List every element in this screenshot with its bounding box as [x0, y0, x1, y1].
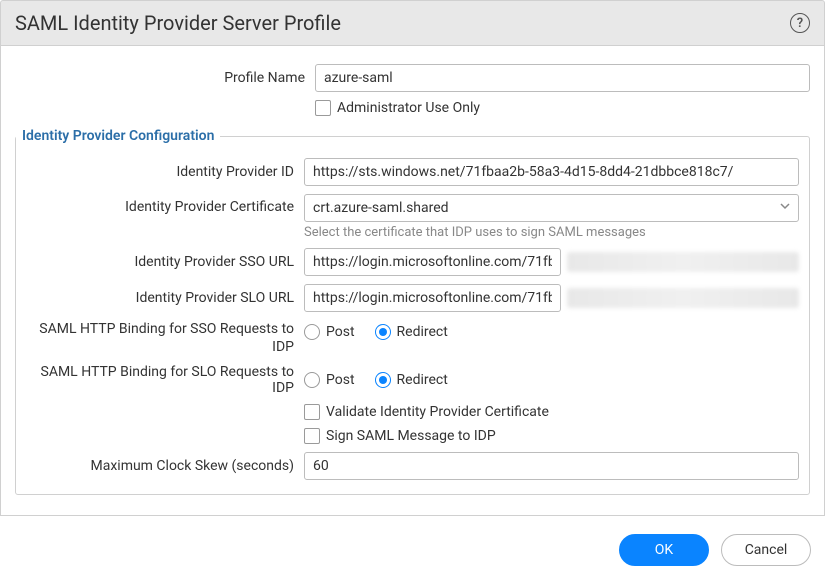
validate-cert-label: Validate Identity Provider Certificate	[326, 404, 549, 420]
dialog-footer: OK Cancel	[0, 516, 825, 576]
profile-name-label: Profile Name	[15, 70, 315, 86]
idp-config-fieldset: Identity Provider Configuration Identity…	[15, 128, 810, 495]
idp-id-label: Identity Provider ID	[16, 164, 304, 180]
sso-binding-label: SAML HTTP Binding for SSO Requests to ID…	[16, 320, 304, 356]
clock-skew-label: Maximum Clock Skew (seconds)	[16, 458, 304, 474]
cancel-button[interactable]: Cancel	[721, 534, 811, 566]
sso-binding-post-radio[interactable]: Post	[304, 324, 355, 340]
redacted-content	[567, 252, 799, 272]
ok-button[interactable]: OK	[619, 534, 709, 566]
radio-label-post: Post	[326, 372, 355, 388]
idp-sso-url-input[interactable]	[304, 248, 561, 276]
sso-binding-redirect-radio[interactable]: Redirect	[375, 324, 448, 340]
sign-saml-checkbox[interactable]	[304, 428, 320, 444]
admin-only-label: Administrator Use Only	[337, 100, 480, 116]
idp-slo-url-label: Identity Provider SLO URL	[16, 290, 304, 306]
idp-config-legend: Identity Provider Configuration	[16, 128, 220, 144]
dialog-titlebar: SAML Identity Provider Server Profile ?	[0, 0, 825, 46]
dialog-title: SAML Identity Provider Server Profile	[15, 11, 341, 35]
profile-name-input[interactable]	[315, 64, 810, 92]
radio-label-post: Post	[326, 324, 355, 340]
idp-id-input[interactable]	[304, 158, 799, 186]
help-icon[interactable]: ?	[790, 13, 810, 33]
slo-binding-post-radio[interactable]: Post	[304, 372, 355, 388]
idp-sso-url-label: Identity Provider SSO URL	[16, 254, 304, 270]
idp-slo-url-input[interactable]	[304, 284, 561, 312]
idp-cert-select[interactable]	[304, 194, 799, 222]
sign-saml-label: Sign SAML Message to IDP	[326, 428, 496, 444]
idp-cert-hint: Select the certificate that IDP uses to …	[304, 225, 799, 240]
idp-cert-label: Identity Provider Certificate	[16, 194, 304, 215]
redacted-content	[567, 288, 799, 308]
clock-skew-input[interactable]	[304, 452, 799, 480]
slo-binding-redirect-radio[interactable]: Redirect	[375, 372, 448, 388]
dialog-body: Profile Name Administrator Use Only Iden…	[0, 46, 825, 516]
validate-cert-checkbox[interactable]	[304, 404, 320, 420]
admin-only-checkbox[interactable]	[315, 100, 331, 116]
slo-binding-label: SAML HTTP Binding for SLO Requests to ID…	[16, 364, 304, 396]
radio-label-redirect: Redirect	[397, 372, 448, 388]
radio-label-redirect: Redirect	[397, 324, 448, 340]
